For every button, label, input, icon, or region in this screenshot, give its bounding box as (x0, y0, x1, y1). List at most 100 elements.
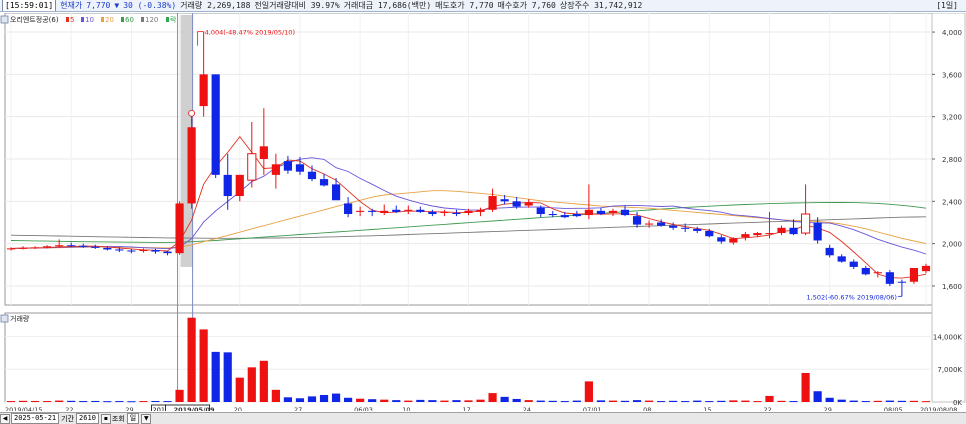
period-indicator[interactable]: [1일] (936, 0, 958, 11)
volume-bar (765, 395, 774, 402)
candle-body (681, 227, 690, 229)
volume-bar (681, 401, 690, 403)
volume-bar (512, 398, 521, 402)
candle-body (368, 210, 377, 212)
candle-body (657, 222, 666, 226)
unit-select[interactable]: 일 (126, 413, 140, 424)
legend-item[interactable]: 10 (85, 16, 94, 24)
candle-body (861, 267, 870, 275)
date-field[interactable]: 2025-05-21 (11, 413, 60, 424)
candle[interactable] (211, 74, 220, 179)
y-axis-label: 2,000 (942, 241, 962, 249)
candle-body (873, 272, 882, 274)
candle-body (741, 234, 750, 238)
volume-bar (693, 400, 702, 402)
lock-marker-circle (188, 109, 196, 117)
candle-body (319, 179, 329, 186)
volume-bar (271, 389, 280, 402)
legend-item[interactable]: 120 (145, 16, 158, 24)
chevron-down-icon[interactable]: ▼ (141, 413, 152, 424)
x-axis-label: 07/01 (583, 406, 602, 411)
volume-bar (825, 397, 834, 402)
candle-body (885, 272, 894, 284)
candle[interactable] (885, 270, 894, 286)
volume-bar (753, 401, 762, 403)
legend-item[interactable]: 60 (125, 16, 134, 24)
quote-header-bar: [15:59:01] 현재가 7,770 ▼ 30 (-0.38%) 거래량 2… (0, 0, 966, 12)
candle[interactable] (909, 267, 919, 284)
volume-bar (669, 400, 678, 402)
candle-body (259, 146, 268, 159)
legend-swatch (101, 17, 104, 22)
settings-icon[interactable] (0, 15, 9, 24)
candle-body (91, 246, 100, 248)
candle-body (199, 74, 208, 107)
candle-body (717, 237, 726, 242)
low-annotation-label: 1,502(-60.67% 2019/08/06) (807, 293, 897, 301)
volume-bar (259, 360, 268, 402)
candle-body (103, 247, 112, 250)
candle-body (307, 171, 317, 180)
volume-bar (476, 399, 485, 402)
search-icon[interactable]: ▪ (100, 413, 111, 424)
prev-icon[interactable]: ◀ (0, 413, 10, 424)
x-axis-label: 10 (402, 406, 410, 411)
price-label: 현재가 (60, 1, 83, 10)
candle-body (440, 211, 449, 213)
volume-bar (873, 400, 882, 402)
period-label: 기간 (61, 414, 75, 423)
volume-bar (861, 401, 870, 403)
x-axis-label: 20 (234, 406, 242, 411)
candle-body (416, 209, 425, 212)
candle-body (235, 174, 244, 197)
volume-bar (295, 398, 305, 402)
candle-body (596, 210, 606, 215)
volume-bar (79, 401, 88, 403)
legend-item[interactable]: 5 (70, 16, 74, 24)
volume-bar (283, 397, 293, 402)
chart-area[interactable]: 4,000 3,600 3,200 2,800 2,400 2,000 1,600 14,00… (0, 12, 966, 414)
candle-body (536, 207, 545, 215)
volume-bar (187, 317, 196, 402)
legend-item[interactable]: 락 (170, 16, 177, 24)
volume-bar (644, 400, 654, 402)
legend-swatch (81, 17, 84, 22)
volume-bar (705, 401, 714, 403)
legend-item[interactable]: 20 (105, 16, 114, 24)
candle-body (380, 210, 389, 213)
candle-body (560, 215, 569, 218)
candle-body (187, 127, 196, 204)
volume-bar (548, 400, 557, 402)
volume-bar (584, 381, 593, 402)
view-label[interactable]: 조회 (112, 414, 125, 424)
volume-bar (452, 400, 461, 402)
candle-body (163, 251, 172, 254)
x-axis-label: 22 (65, 406, 73, 411)
candle-body (584, 209, 593, 216)
y-axis-label: 2,800 (942, 156, 962, 164)
x-axis-label: 27 (294, 406, 302, 411)
candle-body (127, 250, 136, 252)
candle-body (921, 265, 931, 272)
volume-bar (307, 396, 317, 402)
x-axis-label: 15 (703, 406, 711, 411)
candle[interactable] (187, 114, 196, 209)
y-axis-label: 1,600 (942, 283, 962, 291)
down-arrow-icon: ▼ (114, 1, 120, 10)
legend-swatch (166, 17, 169, 22)
y-axis-label: 4,000 (942, 29, 962, 37)
candle-body (223, 174, 232, 197)
count-field[interactable]: 2610 (76, 413, 99, 424)
volume-bar (657, 401, 666, 403)
candle-body (524, 202, 533, 206)
candle-body (18, 247, 28, 249)
volume-bar (235, 377, 244, 402)
candle-body (488, 196, 497, 210)
stock-chart-svg[interactable]: 4,000 3,600 3,200 2,800 2,400 2,000 1,600 14,00… (0, 12, 966, 414)
candle[interactable] (175, 201, 184, 255)
volume-bar (801, 372, 810, 402)
candle-body (608, 210, 618, 213)
x-axis-label: 2019/08/08 (920, 406, 957, 411)
settings-icon[interactable] (0, 314, 9, 323)
price-change: 30 (-0.38%) (123, 1, 177, 10)
